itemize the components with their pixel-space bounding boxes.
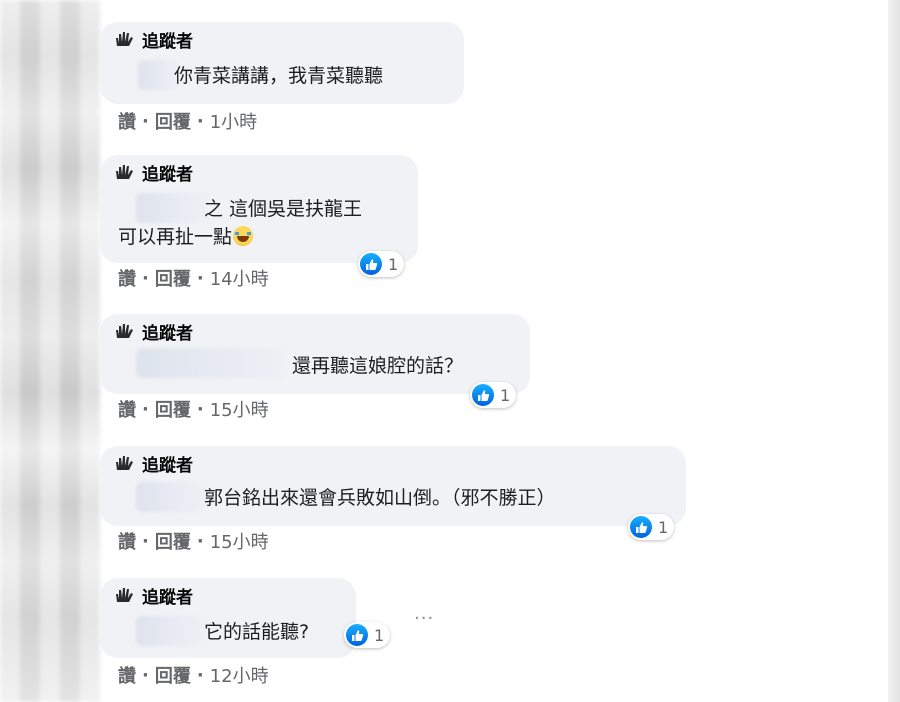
comment-bubble: 追蹤者 郭台銘出來還會兵敗如山倒。（邪不勝正） (100, 446, 686, 526)
scroll-edge (888, 0, 900, 702)
follower-hand-icon (116, 324, 133, 338)
comment-timestamp[interactable]: 14小時 (210, 265, 269, 291)
author-name: 追蹤者 (142, 587, 193, 608)
laughing-crying-emoji-icon (233, 226, 254, 246)
like-reaction-icon (346, 624, 368, 646)
separator-dot: · (142, 530, 149, 552)
blurred-user-name (136, 348, 286, 378)
reaction-count: 1 (658, 517, 669, 537)
follower-hand-icon (116, 588, 133, 602)
comment-text: 你青菜講講，我青菜聽聽 (174, 65, 384, 87)
comment-actions: 讚 · 回覆 · 14小時 (118, 265, 269, 291)
like-link[interactable]: 讚 (118, 108, 136, 134)
author-name: 追蹤者 (142, 323, 193, 344)
comment-author[interactable]: 追蹤者 (114, 320, 193, 344)
reply-link[interactable]: 回覆 (155, 528, 191, 554)
separator-dot: · (196, 267, 204, 289)
author-name: 追蹤者 (142, 164, 193, 185)
comment-timestamp[interactable]: 12小時 (210, 662, 269, 688)
comment-timestamp[interactable]: 15小時 (210, 396, 269, 422)
follower-hand-icon (116, 165, 133, 179)
separator-dot: · (196, 664, 204, 686)
reaction-summary[interactable]: 1 (628, 514, 675, 540)
comment-actions: 讚 · 回覆 · 15小時 (118, 528, 269, 554)
comment-text: 還再聽這娘腔的話？ (292, 355, 464, 377)
comment-actions: 讚 · 回覆 · 12小時 (118, 662, 269, 688)
reply-link[interactable]: 回覆 (155, 396, 191, 422)
like-reaction-icon (630, 516, 652, 538)
like-link[interactable]: 讚 (118, 662, 136, 688)
follower-hand-icon (116, 32, 133, 46)
blurred-avatar-column (0, 0, 100, 702)
comment-bubble: 追蹤者 還再聽這娘腔的話？ (100, 314, 530, 394)
blurred-user-name (136, 482, 204, 512)
reaction-count: 1 (374, 625, 385, 645)
more-options-icon[interactable]: ··· (414, 608, 434, 629)
comment-text: 可以再扯一點 (118, 223, 254, 251)
reaction-summary[interactable]: 1 (358, 251, 405, 277)
like-link[interactable]: 讚 (118, 528, 136, 554)
separator-dot: · (142, 110, 149, 132)
comment-bubble: 追蹤者 你青菜講講，我青菜聽聽 (100, 22, 464, 104)
comment-actions: 讚 · 回覆 · 1小時 (118, 108, 257, 134)
reaction-count: 1 (500, 385, 511, 405)
blurred-user-name (136, 193, 208, 223)
comment-author[interactable]: 追蹤者 (114, 584, 193, 608)
comment-timestamp[interactable]: 1小時 (210, 108, 257, 134)
reply-link[interactable]: 回覆 (155, 662, 191, 688)
comment-actions: 讚 · 回覆 · 15小時 (118, 396, 269, 422)
follower-hand-icon (116, 456, 133, 470)
reply-link[interactable]: 回覆 (155, 265, 191, 291)
comment-bubble: 追蹤者 它的話能聽? (100, 578, 356, 658)
separator-dot: · (142, 664, 149, 686)
author-name: 追蹤者 (142, 455, 193, 476)
comment-bubble: 追蹤者 之 這個吳是扶龍王 可以再扯一點 (100, 155, 418, 263)
like-link[interactable]: 讚 (118, 396, 136, 422)
comment-author[interactable]: 追蹤者 (114, 452, 193, 476)
like-reaction-icon (472, 384, 494, 406)
like-reaction-icon (360, 253, 382, 275)
separator-dot: · (196, 530, 204, 552)
separator-dot: · (142, 267, 149, 289)
like-link[interactable]: 讚 (118, 265, 136, 291)
comment-text: 之 這個吳是扶龍王 (204, 198, 363, 220)
reaction-count: 1 (388, 254, 399, 274)
reaction-summary[interactable]: 1 (470, 382, 517, 408)
blurred-user-name (136, 616, 204, 646)
author-name: 追蹤者 (142, 31, 193, 52)
comment-author[interactable]: 追蹤者 (114, 161, 193, 185)
separator-dot: · (196, 398, 204, 420)
comment-text: 它的話能聽? (204, 621, 310, 643)
comment-text: 郭台銘出來還會兵敗如山倒。（邪不勝正） (204, 487, 556, 509)
reply-link[interactable]: 回覆 (155, 108, 191, 134)
separator-dot: · (142, 398, 149, 420)
comment-timestamp[interactable]: 15小時 (210, 528, 269, 554)
separator-dot: · (196, 110, 204, 132)
comment-author[interactable]: 追蹤者 (114, 28, 193, 52)
reaction-summary[interactable]: 1 (344, 622, 391, 648)
